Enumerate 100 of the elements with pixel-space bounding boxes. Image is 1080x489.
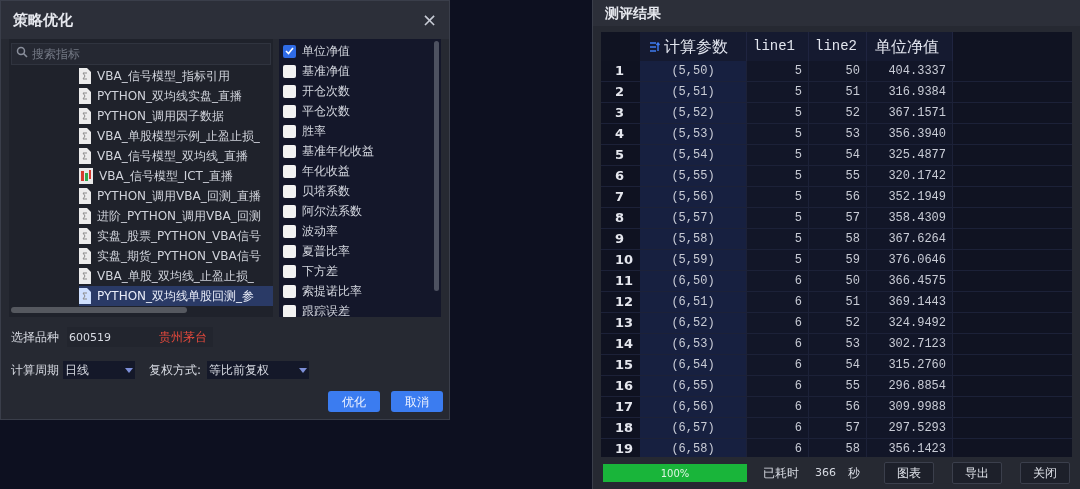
checkbox-label: 夏普比率 [302,243,350,260]
checkbox[interactable] [283,164,296,178]
checkbox-label: 跟踪误差 [302,303,350,317]
table-cell: 6 [747,292,809,312]
table-cell: 50 [809,271,867,291]
table-cell: 296.8854 [867,376,953,396]
table-cell: 53 [809,334,867,354]
table-cell: (5,52) [640,103,747,123]
table-cell: 6 [747,439,809,457]
checkbox[interactable] [283,124,296,138]
footer-button[interactable]: 导出 [952,462,1002,484]
table-cell: (6,56) [640,397,747,417]
checkbox-label: 贝塔系数 [302,183,350,200]
checkbox-label: 年化收益 [302,163,350,180]
table-cell: (5,50) [640,61,747,81]
table-cell: (5,59) [640,250,747,270]
search-icon [16,46,28,58]
table-cell: 5 [747,250,809,270]
period-dropdown[interactable]: 日线 [63,361,135,379]
column-header[interactable]: line2 [809,32,867,61]
close-button[interactable]: × [421,11,437,29]
symbol-field[interactable]: 600519 [67,327,159,347]
scrollbar[interactable] [11,307,187,313]
document-icon [79,88,91,104]
table-cell: 5 [747,208,809,228]
tree-item[interactable]: PYTHON_双均线单股回测_参 [79,286,273,306]
footer-button[interactable]: 关闭 [1020,462,1070,484]
document-icon [79,288,91,304]
checkbox[interactable] [283,84,296,98]
table-cell: 55 [809,166,867,186]
checkbox[interactable] [283,264,296,278]
tree-item[interactable]: VBA_单股_双均线_止盈止损_ [79,266,273,286]
elapsed-unit: 秒 [848,465,860,482]
tree-item[interactable]: 进阶_PYTHON_调用VBA_回测 [79,206,273,226]
table-cell: 51 [809,292,867,312]
table-cell: 356.3940 [867,124,953,144]
search-field[interactable]: 搜索指标 [11,43,271,65]
column-header[interactable]: 单位净值 [867,32,953,61]
table-cell: 57 [809,208,867,228]
tree-item[interactable]: 实盘_股票_PYTHON_VBA信号 [79,226,273,246]
checkbox[interactable] [283,144,296,158]
field-label: 复权方式: [149,362,202,379]
tree-item[interactable]: PYTHON_调用因子数据 [79,106,273,126]
table-cell: 5 [747,82,809,102]
checkbox[interactable] [283,204,296,218]
table-cell: (5,57) [640,208,747,228]
table-cell: 59 [809,250,867,270]
document-icon [79,108,91,124]
scrollbar[interactable] [434,41,439,291]
checkbox-label: 波动率 [302,223,338,240]
table-cell: 320.1742 [867,166,953,186]
caret-icon [299,367,308,373]
tree-item[interactable]: PYTHON_调用VBA_回测_直播 [79,186,273,206]
tree-item[interactable]: PYTHON_双均线实盘_直播 [79,86,273,106]
table-cell: (5,56) [640,187,747,207]
document-icon [79,208,91,224]
checkbox[interactable] [283,44,296,58]
table-cell: (6,55) [640,376,747,396]
elapsed-label: 已耗时 [763,465,799,482]
checkbox-label: 单位净值 [302,43,350,60]
table-cell: 51 [809,82,867,102]
table-cell: 315.2760 [867,355,953,375]
tree-item[interactable]: VBA_信号模型_双均线_直播 [79,146,273,166]
checkbox[interactable] [283,304,296,317]
dialog-button[interactable]: 优化 [328,391,380,412]
sort-icon [650,41,661,52]
checkbox[interactable] [283,64,296,78]
dialog-title: 策略优化 [13,9,73,31]
checkbox[interactable] [283,224,296,238]
table-cell: 297.5293 [867,418,953,438]
table-cell: 6 [747,355,809,375]
table-cell: 50 [809,61,867,81]
table-cell: (5,58) [640,229,747,249]
document-icon [79,248,91,264]
column-header[interactable]: 计算参数 [640,32,747,61]
table-cell: 52 [809,313,867,333]
checkbox[interactable] [283,104,296,118]
table-cell: (5,51) [640,82,747,102]
checkbox[interactable] [283,244,296,258]
tree-item[interactable]: VBA_单股模型示例_止盈止损_ [79,126,273,146]
tree-item[interactable]: VBA_信号模型_指标引用 [79,66,273,86]
column-header[interactable]: line1 [747,32,809,61]
stock-name: 贵州茅台 [159,327,213,347]
table-cell: 6 [747,271,809,291]
checkbox-label: 平仓次数 [302,103,350,120]
table-cell: 367.6264 [867,229,953,249]
checkbox[interactable] [283,284,296,298]
tree-item[interactable]: VBA_信号模型_ICT_直播 [79,166,273,186]
adjust-dropdown[interactable]: 等比前复权 [207,361,310,379]
tree-item[interactable]: 实盘_期货_PYTHON_VBA信号 [79,246,273,266]
table-cell: (5,54) [640,145,747,165]
checkbox[interactable] [283,184,296,198]
footer-button[interactable]: 图表 [884,462,934,484]
dialog-button[interactable]: 取消 [391,391,443,412]
table-cell: 309.9988 [867,397,953,417]
table-cell: (6,58) [640,439,747,457]
table-cell: (6,57) [640,418,747,438]
table-cell: (6,52) [640,313,747,333]
progress-text: 100% [659,466,691,481]
elapsed-time: 366 [815,464,836,481]
